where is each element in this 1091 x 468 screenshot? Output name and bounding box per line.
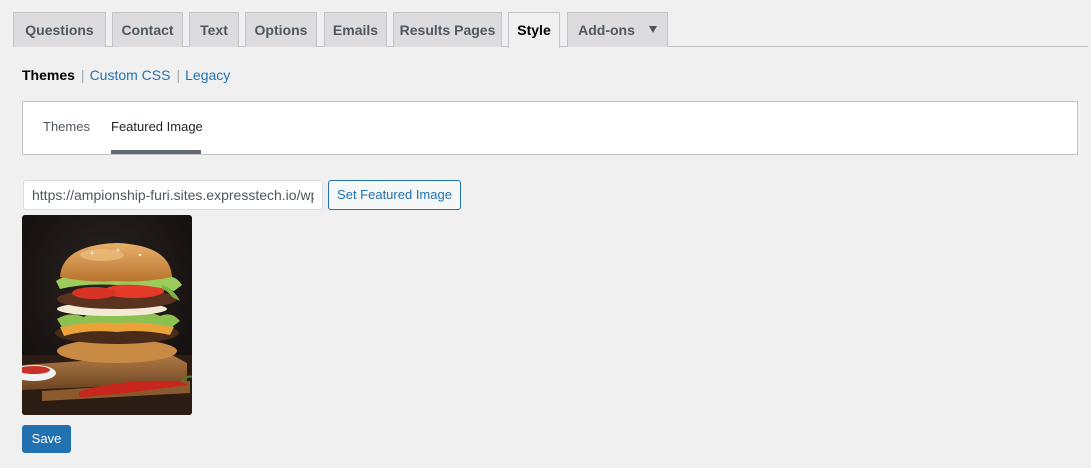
subnav-custom-css-link[interactable]: Custom CSS [90, 67, 171, 83]
tab-add-ons-label: Add-ons [578, 22, 635, 38]
active-tab-indicator [111, 150, 201, 154]
panel-tab-featured-image[interactable]: Featured Image [111, 102, 203, 154]
tab-results-pages[interactable]: Results Pages [393, 12, 502, 47]
subnav-legacy-link[interactable]: Legacy [185, 67, 230, 83]
style-subnav: Themes | Custom CSS | Legacy [22, 66, 230, 84]
panel-tab-themes[interactable]: Themes [43, 102, 90, 154]
tab-contact[interactable]: Contact [112, 12, 183, 47]
featured-image-preview [22, 215, 192, 415]
save-button[interactable]: Save [22, 425, 71, 453]
subnav-themes[interactable]: Themes [22, 67, 75, 83]
main-tab-bar: Questions Contact Text Options Emails Re… [0, 0, 1091, 48]
tab-text[interactable]: Text [189, 12, 239, 47]
style-panel: Themes Featured Image [22, 101, 1078, 155]
tab-add-ons[interactable]: Add-ons [567, 12, 668, 47]
subnav-separator: | [80, 67, 85, 83]
tab-emails[interactable]: Emails [324, 12, 387, 47]
tab-questions[interactable]: Questions [13, 12, 106, 47]
subnav-separator: | [176, 67, 181, 83]
burger-photo-icon [22, 215, 192, 415]
tab-style[interactable]: Style [508, 12, 560, 48]
caret-down-icon [648, 26, 657, 33]
tab-options[interactable]: Options [245, 12, 317, 47]
set-featured-image-button[interactable]: Set Featured Image [328, 180, 461, 210]
featured-image-url-input[interactable] [23, 180, 323, 210]
